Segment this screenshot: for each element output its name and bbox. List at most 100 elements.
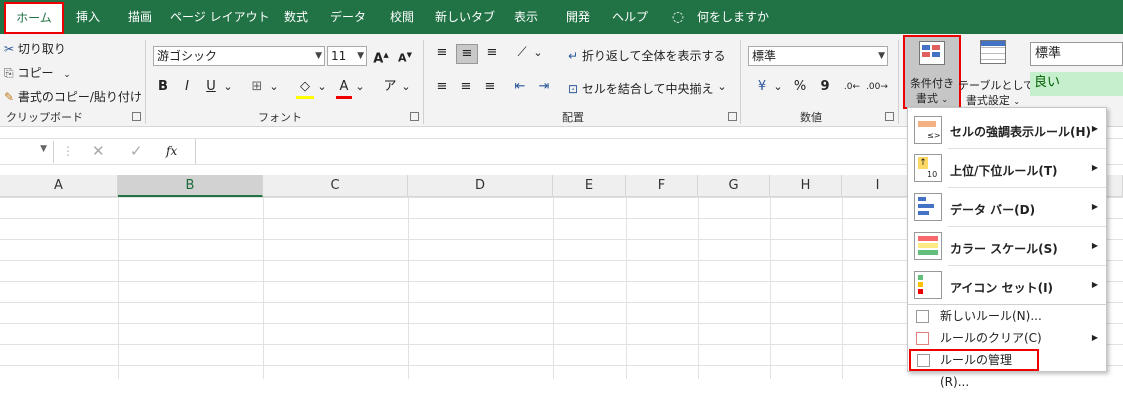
column-header-i[interactable]: I bbox=[842, 175, 914, 197]
align-bottom-icon[interactable]: ≡ bbox=[482, 44, 502, 62]
tab-data[interactable]: データ bbox=[326, 0, 370, 34]
menu-item-manage-rules[interactable]: ルールの管理(R)... bbox=[909, 349, 1039, 389]
tab-view[interactable]: 表示 bbox=[504, 0, 548, 34]
comma-button[interactable]: 9 bbox=[818, 78, 832, 96]
align-middle-icon[interactable]: ≡ bbox=[456, 44, 478, 64]
grow-font-button[interactable]: A▲ bbox=[372, 46, 390, 68]
merge-center-button[interactable]: ⊡ セルを結合して中央揃え bbox=[568, 80, 714, 97]
align-left-icon[interactable]: ≡ bbox=[432, 78, 452, 96]
menu-item-clear-rules[interactable]: ルールのクリア(C) ▶ bbox=[908, 327, 1106, 349]
chevron-down-icon: ▼ bbox=[40, 144, 47, 154]
decrease-decimal-icon[interactable]: .00→ bbox=[866, 78, 888, 96]
grid-line bbox=[263, 197, 264, 379]
menu-item-top-bottom-rules[interactable]: ↑ 10 上位/下位ルール(T) ▶ bbox=[908, 149, 1106, 187]
font-color-button[interactable]: A bbox=[336, 78, 352, 99]
format-painter-button[interactable]: ✎ 書式のコピー/貼り付け bbox=[4, 88, 142, 105]
tab-developer[interactable]: 開発 bbox=[556, 0, 600, 34]
orientation-icon[interactable]: ⟋ bbox=[512, 44, 532, 62]
font-name-combo[interactable]: 游ゴシック ▼ bbox=[153, 46, 325, 66]
copy-button[interactable]: ⎘ コピー ⌄ bbox=[4, 64, 71, 81]
insert-function-button[interactable]: fx bbox=[166, 144, 177, 158]
chevron-down-icon: ▼ bbox=[357, 51, 364, 61]
chevron-down-icon[interactable]: ⌄ bbox=[268, 78, 280, 96]
number-format-combo[interactable]: 標準 ▼ bbox=[748, 46, 888, 66]
font-group-label: フォント bbox=[258, 111, 302, 124]
cut-button[interactable]: ✂ 切り取り bbox=[4, 40, 66, 57]
tell-me-search[interactable]: 何をしますか bbox=[696, 0, 770, 34]
align-top-icon[interactable]: ≡ bbox=[432, 44, 452, 62]
decrease-indent-icon[interactable]: ⇤ bbox=[510, 78, 530, 96]
menu-item-icon-sets[interactable]: アイコン セット(I) ▶ bbox=[908, 266, 1106, 304]
fill-color-icon[interactable]: ◇ bbox=[296, 78, 314, 99]
cancel-icon[interactable]: ✕ bbox=[92, 142, 105, 160]
menu-item-new-rule[interactable]: 新しいルール(N)... bbox=[908, 305, 1106, 327]
column-header-f[interactable]: F bbox=[626, 175, 698, 197]
table-icon bbox=[980, 40, 1006, 64]
data-bars-icon bbox=[914, 193, 942, 221]
font-launcher-icon[interactable] bbox=[410, 112, 419, 121]
clipboard-launcher-icon[interactable] bbox=[132, 112, 141, 121]
top-bottom-rules-icon: ↑ 10 bbox=[914, 154, 942, 182]
column-header-b[interactable]: B bbox=[118, 175, 263, 197]
group-divider bbox=[145, 40, 146, 124]
chevron-down-icon[interactable]: ⌄ bbox=[222, 78, 234, 96]
conditional-formatting-button[interactable]: 条件付き 書式 ⌄ bbox=[903, 35, 961, 109]
chevron-down-icon[interactable]: ⌄ bbox=[716, 78, 728, 96]
column-header-g[interactable]: G bbox=[698, 175, 770, 197]
tab-review[interactable]: 校閲 bbox=[380, 0, 424, 34]
chevron-right-icon: ▶ bbox=[1091, 202, 1098, 211]
currency-icon[interactable]: ¥ bbox=[752, 78, 772, 96]
align-center-icon[interactable]: ≡ bbox=[456, 78, 476, 96]
format-as-table-button[interactable]: テーブルとして 書式設定 ⌄ bbox=[958, 38, 1034, 108]
align-right-icon[interactable]: ≡ bbox=[480, 78, 500, 96]
font-size-combo[interactable]: 11 ▼ bbox=[327, 46, 367, 66]
column-header-e[interactable]: E bbox=[553, 175, 626, 197]
grid-line bbox=[770, 197, 771, 379]
tab-home[interactable]: ホーム bbox=[4, 2, 64, 34]
tab-page-layout[interactable]: ページ レイアウト bbox=[170, 0, 270, 34]
grid-line bbox=[698, 197, 699, 379]
column-header-d[interactable]: D bbox=[408, 175, 553, 197]
increase-indent-icon[interactable]: ⇥ bbox=[534, 78, 554, 96]
enter-icon[interactable]: ✓ bbox=[130, 142, 143, 160]
percent-button[interactable]: % bbox=[792, 78, 808, 96]
style-good-cell[interactable]: 良い bbox=[1030, 72, 1123, 96]
chevron-right-icon: ▶ bbox=[1091, 124, 1098, 133]
highlight-rules-icon: ≤> bbox=[914, 116, 942, 144]
more-icon: ⋮ bbox=[62, 144, 74, 158]
menu-item-color-scales[interactable]: カラー スケール(S) ▶ bbox=[908, 227, 1106, 265]
shrink-font-button[interactable]: A▼ bbox=[396, 46, 414, 68]
tab-insert[interactable]: 挿入 bbox=[66, 0, 110, 34]
tab-formulas[interactable]: 数式 bbox=[274, 0, 318, 34]
number-launcher-icon[interactable] bbox=[885, 112, 894, 121]
style-normal-cell[interactable]: 標準 bbox=[1030, 42, 1123, 66]
italic-button[interactable]: I bbox=[180, 78, 194, 96]
underline-button[interactable]: U bbox=[204, 78, 218, 96]
group-divider bbox=[423, 40, 424, 124]
chevron-down-icon[interactable]: ⌄ bbox=[400, 78, 412, 96]
menu-item-data-bars[interactable]: データ バー(D) ▶ bbox=[908, 188, 1106, 226]
phonetic-icon[interactable]: ア bbox=[382, 78, 398, 96]
chevron-right-icon: ▶ bbox=[1091, 241, 1098, 250]
chevron-down-icon[interactable]: ⌄ bbox=[532, 44, 544, 62]
chevron-down-icon[interactable]: ⌄ bbox=[316, 78, 328, 96]
menu-item-highlight-cells-rules[interactable]: ≤> セルの強調表示ルール(H) ▶ bbox=[908, 112, 1106, 148]
chevron-right-icon: ▶ bbox=[1091, 163, 1098, 172]
bold-button[interactable]: B bbox=[156, 78, 170, 96]
tab-help[interactable]: ヘルプ bbox=[608, 0, 652, 34]
name-box[interactable]: ▼ bbox=[0, 141, 54, 163]
new-rule-icon bbox=[916, 310, 929, 323]
column-header-a[interactable]: A bbox=[0, 175, 118, 197]
column-header-h[interactable]: H bbox=[770, 175, 842, 197]
chevron-down-icon[interactable]: ⌄ bbox=[354, 78, 366, 96]
tab-new-tab[interactable]: 新しいタブ bbox=[434, 0, 496, 34]
chevron-right-icon: ▶ bbox=[1091, 280, 1098, 289]
eraser-icon bbox=[916, 332, 929, 345]
wrap-text-button[interactable]: ↵ 折り返して全体を表示する bbox=[568, 47, 726, 64]
alignment-launcher-icon[interactable] bbox=[728, 112, 737, 121]
chevron-down-icon[interactable]: ⌄ bbox=[772, 78, 784, 96]
border-icon[interactable]: ⊞ bbox=[248, 78, 266, 96]
tab-draw[interactable]: 描画 bbox=[118, 0, 162, 34]
increase-decimal-icon[interactable]: .0← bbox=[842, 78, 862, 96]
column-header-c[interactable]: C bbox=[263, 175, 408, 197]
